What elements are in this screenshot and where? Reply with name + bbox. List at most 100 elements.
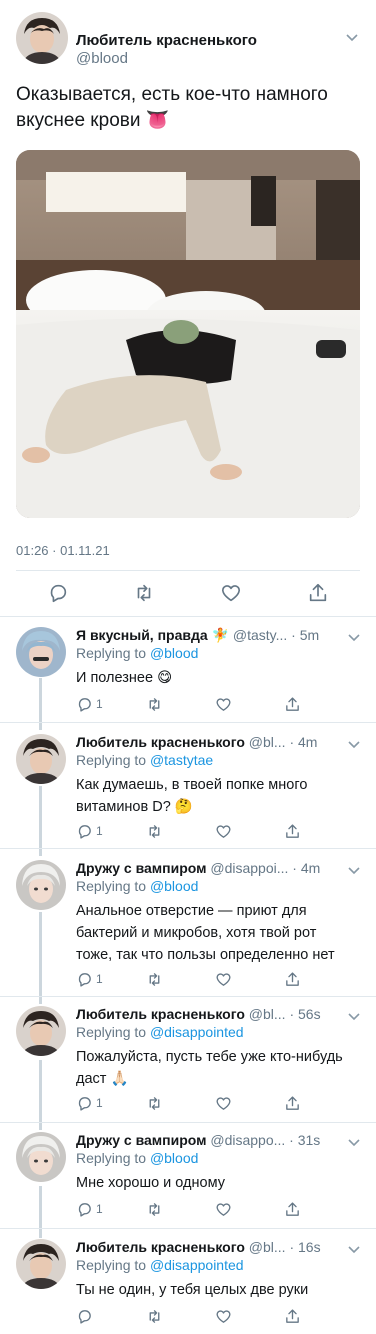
replying-prefix: Replying to xyxy=(76,645,147,661)
like-icon[interactable] xyxy=(215,1094,232,1112)
reply-count: 1 xyxy=(96,972,103,986)
reply-icon[interactable]: 1 xyxy=(76,1200,103,1218)
replying-to-handle[interactable]: @blood xyxy=(150,878,198,894)
divider xyxy=(0,1228,376,1229)
reply-actions: 1 xyxy=(76,822,336,842)
reply-header: Любитель красненького @bl... · 4m xyxy=(76,732,346,752)
reply-tweet[interactable]: Дружу с вампиром @disappo... · 31s Reply… xyxy=(0,1130,376,1226)
reply-author-name[interactable]: Я вкусный, правда 🧚 xyxy=(76,627,229,643)
like-icon[interactable] xyxy=(220,582,242,604)
like-icon[interactable] xyxy=(215,822,232,840)
author-name[interactable]: Любитель красненького xyxy=(76,32,257,49)
reply-text: Как думаешь, в твоей попке много витамин… xyxy=(76,777,308,815)
reply-avatar[interactable] xyxy=(16,1006,66,1056)
reply-author-name[interactable]: Любитель красненького xyxy=(76,734,245,750)
reply-author-name[interactable]: Дружу с вампиром xyxy=(76,860,206,876)
replying-to: Replying to @blood xyxy=(76,1148,198,1168)
reply-icon[interactable] xyxy=(47,582,69,604)
tweet-video[interactable] xyxy=(16,150,360,518)
chevron-down-icon[interactable] xyxy=(348,736,360,754)
replying-to-handle[interactable]: @disappointed xyxy=(150,1024,244,1040)
replying-prefix: Replying to xyxy=(76,878,147,894)
divider xyxy=(16,570,360,571)
retweet-icon[interactable] xyxy=(146,822,163,840)
replying-prefix: Replying to xyxy=(76,1024,147,1040)
reply-icon[interactable]: 1 xyxy=(76,822,103,840)
retweet-icon[interactable] xyxy=(146,1200,163,1218)
reply-tweet[interactable]: Я вкусный, правда 🧚 @tasty... · 5m Reply… xyxy=(0,625,376,725)
replying-to: Replying to @blood xyxy=(76,876,198,896)
reply-icon[interactable]: 1 xyxy=(76,695,103,713)
chevron-down-icon[interactable] xyxy=(346,34,358,46)
share-icon[interactable] xyxy=(284,970,301,988)
author-avatar[interactable] xyxy=(16,12,68,64)
reply-meta: @disappo... · 31s xyxy=(210,1132,321,1148)
share-icon[interactable] xyxy=(284,695,301,713)
replying-to: Replying to @tastytae xyxy=(76,750,213,770)
reply-text: Анальное отверстие — приют для бактерий … xyxy=(76,903,335,963)
share-icon[interactable] xyxy=(284,1307,301,1325)
reply-avatar[interactable] xyxy=(16,1239,66,1289)
reply-icon[interactable] xyxy=(76,1307,96,1325)
tweet-text: Оказывается, есть кое-что намного вкусне… xyxy=(16,84,328,131)
replying-prefix: Replying to xyxy=(76,1257,147,1273)
retweet-icon[interactable] xyxy=(146,695,163,713)
chevron-down-icon[interactable] xyxy=(348,1241,360,1259)
retweet-icon[interactable] xyxy=(133,582,155,604)
reply-actions: 1 xyxy=(76,695,336,715)
reply-count: 1 xyxy=(96,697,103,711)
like-icon[interactable] xyxy=(215,695,232,713)
divider xyxy=(0,848,376,849)
reply-tweet[interactable]: Любитель красненького @bl... · 4m Replyi… xyxy=(0,732,376,848)
replying-to-handle[interactable]: @disappointed xyxy=(150,1257,244,1273)
author-handle[interactable]: @blood xyxy=(76,50,128,67)
reply-meta: @disappoi... · 4m xyxy=(210,860,321,876)
reply-text: Пожалуйста, пусть тебе уже кто-нибудь да… xyxy=(76,1049,343,1087)
like-icon[interactable] xyxy=(215,970,232,988)
divider xyxy=(0,1122,376,1123)
reply-meta: @bl... · 16s xyxy=(248,1239,321,1255)
replying-to-handle[interactable]: @tastytae xyxy=(150,752,213,768)
divider xyxy=(0,616,376,617)
reply-actions: 1 xyxy=(76,1200,336,1220)
chevron-down-icon[interactable] xyxy=(348,1008,360,1026)
like-icon[interactable] xyxy=(215,1200,232,1218)
replying-to-handle[interactable]: @blood xyxy=(150,645,198,661)
chevron-down-icon[interactable] xyxy=(348,1134,360,1152)
reply-avatar[interactable] xyxy=(16,627,66,677)
share-icon[interactable] xyxy=(284,1094,301,1112)
share-icon[interactable] xyxy=(284,1200,301,1218)
reply-icon[interactable]: 1 xyxy=(76,970,103,988)
replying-prefix: Replying to xyxy=(76,1150,147,1166)
reply-icon[interactable]: 1 xyxy=(76,1094,103,1112)
share-icon[interactable] xyxy=(284,822,301,840)
divider xyxy=(0,996,376,997)
reply-author-name[interactable]: Любитель красненького xyxy=(76,1006,245,1022)
share-icon[interactable] xyxy=(307,582,329,604)
divider xyxy=(0,722,376,723)
retweet-icon[interactable] xyxy=(146,970,163,988)
replying-to: Replying to @blood xyxy=(76,643,198,663)
reply-header: Любитель красненького @bl... · 56s xyxy=(76,1004,346,1024)
reply-meta: @bl... · 4m xyxy=(248,734,318,750)
reply-count: 1 xyxy=(96,1096,103,1110)
chevron-down-icon[interactable] xyxy=(348,862,360,880)
reply-header: Любитель красненького @bl... · 16s xyxy=(76,1237,346,1257)
reply-tweet[interactable]: Любитель красненького @bl... · 16s Reply… xyxy=(0,1237,376,1333)
retweet-icon[interactable] xyxy=(146,1307,163,1325)
reply-author-name[interactable]: Дружу с вампиром xyxy=(76,1132,206,1148)
reply-text: Ты не один, у тебя целых две руки xyxy=(76,1282,309,1298)
replying-to-handle[interactable]: @blood xyxy=(150,1150,198,1166)
chevron-down-icon[interactable] xyxy=(348,629,360,647)
reply-author-name[interactable]: Любитель красненького xyxy=(76,1239,245,1255)
reply-tweet[interactable]: Любитель красненького @bl... · 56s Reply… xyxy=(0,1004,376,1122)
reply-avatar[interactable] xyxy=(16,1132,66,1182)
reply-tweet[interactable]: Дружу с вампиром @disappoi... · 4m Reply… xyxy=(0,858,376,996)
reply-avatar[interactable] xyxy=(16,734,66,784)
retweet-icon[interactable] xyxy=(146,1094,163,1112)
main-tweet-header: Любитель красненького @blood xyxy=(16,12,360,67)
reply-actions: 1 xyxy=(76,1094,336,1114)
like-icon[interactable] xyxy=(215,1307,232,1325)
reply-header: Дружу с вампиром @disappoi... · 4m xyxy=(76,858,346,878)
reply-avatar[interactable] xyxy=(16,860,66,910)
